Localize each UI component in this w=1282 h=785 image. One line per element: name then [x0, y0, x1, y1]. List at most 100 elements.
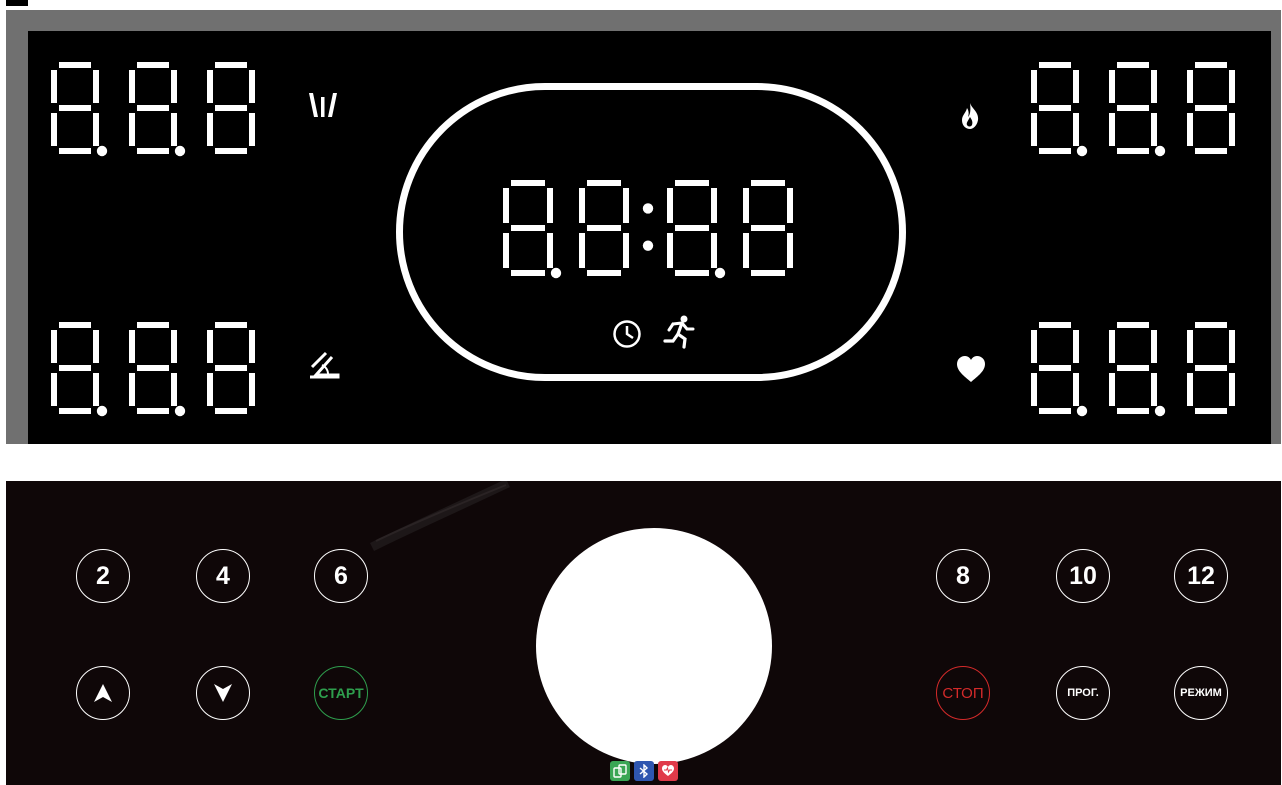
segment [215, 408, 247, 414]
segment [51, 70, 57, 103]
decimal-point [1154, 405, 1166, 417]
calories-segments [1031, 62, 1235, 157]
segment-digit [1187, 62, 1235, 154]
decimal-point [174, 145, 186, 157]
segment [1195, 105, 1227, 111]
segment [1195, 408, 1227, 414]
segment [751, 180, 785, 186]
segment-digit [503, 180, 553, 276]
decimal-point [714, 267, 726, 279]
segment [1109, 373, 1115, 406]
segment [751, 270, 785, 276]
segment [1151, 113, 1157, 146]
segment [249, 70, 255, 103]
segment [1117, 322, 1149, 328]
segment-digit [1109, 322, 1157, 414]
heart-rate-segments [1031, 322, 1235, 417]
heart-rate-readout [1030, 321, 1250, 419]
incline-readout [50, 321, 270, 419]
app-icon [610, 761, 630, 781]
segment [1229, 113, 1235, 146]
segment-digit [129, 62, 177, 154]
decimal-point [550, 267, 562, 279]
segment-digit [1031, 322, 1079, 414]
segment [215, 365, 247, 371]
segment-digit [51, 62, 99, 154]
segment [1039, 148, 1071, 154]
segment [129, 330, 135, 363]
segment [1195, 322, 1227, 328]
segment [1229, 70, 1235, 103]
up-button[interactable] [76, 666, 130, 720]
lcd-display [28, 31, 1271, 444]
segment [1117, 365, 1149, 371]
segment-digit [207, 62, 255, 154]
segment [1039, 105, 1071, 111]
segment [207, 70, 213, 103]
speed-6-button[interactable]: 6 [314, 549, 368, 603]
segment [1109, 113, 1115, 146]
segment [675, 225, 709, 231]
segment [137, 408, 169, 414]
segment [1031, 373, 1037, 406]
mode-button[interactable]: РЕЖИМ [1174, 666, 1228, 720]
segment-digit [1109, 62, 1157, 154]
cable-shadow [370, 481, 510, 551]
segment [1151, 70, 1157, 103]
segment [623, 233, 629, 268]
start-button[interactable]: СТАРТ [314, 666, 368, 720]
segment [1039, 322, 1071, 328]
segment [1187, 373, 1193, 406]
segment [249, 373, 255, 406]
segment [207, 330, 213, 363]
segment [1195, 148, 1227, 154]
segment [547, 188, 553, 223]
speed-12-button[interactable]: 12 [1174, 549, 1228, 603]
speed-4-button[interactable]: 4 [196, 549, 250, 603]
segment [1187, 70, 1193, 103]
segment [587, 225, 621, 231]
segment [667, 188, 673, 223]
segment [1117, 148, 1149, 154]
speed-2-button[interactable]: 2 [76, 549, 130, 603]
segment [579, 233, 585, 268]
running-man-icon [660, 315, 696, 354]
corner-mark [6, 0, 28, 6]
segment [171, 113, 177, 146]
segment [93, 70, 99, 103]
segment [1039, 365, 1071, 371]
bluetooth-icon [634, 761, 654, 781]
up-arrow-icon [94, 684, 112, 702]
segment [1073, 70, 1079, 103]
segment [207, 113, 213, 146]
segment [675, 270, 709, 276]
program-button[interactable]: ПРОГ. [1056, 666, 1110, 720]
decimal-point [1154, 145, 1166, 157]
segment [137, 148, 169, 154]
segment-digit [1031, 62, 1079, 154]
segment [751, 225, 785, 231]
segment [711, 233, 717, 268]
stop-button[interactable]: СТОП [936, 666, 990, 720]
segment [51, 373, 57, 406]
segment [207, 373, 213, 406]
heart-app-icon [658, 761, 678, 781]
segment [129, 113, 135, 146]
segment [1117, 408, 1149, 414]
segment [743, 233, 749, 268]
segment [1039, 62, 1071, 68]
segment [1073, 113, 1079, 146]
speed-8-button[interactable]: 8 [936, 549, 990, 603]
segment [93, 373, 99, 406]
segment [137, 105, 169, 111]
segment [171, 70, 177, 103]
speed-10-button[interactable]: 10 [1056, 549, 1110, 603]
down-button[interactable] [196, 666, 250, 720]
segment [1151, 330, 1157, 363]
segment-digit [743, 180, 793, 276]
segment [743, 188, 749, 223]
segment [1109, 330, 1115, 363]
segment [129, 70, 135, 103]
segment [137, 322, 169, 328]
segment [587, 270, 621, 276]
